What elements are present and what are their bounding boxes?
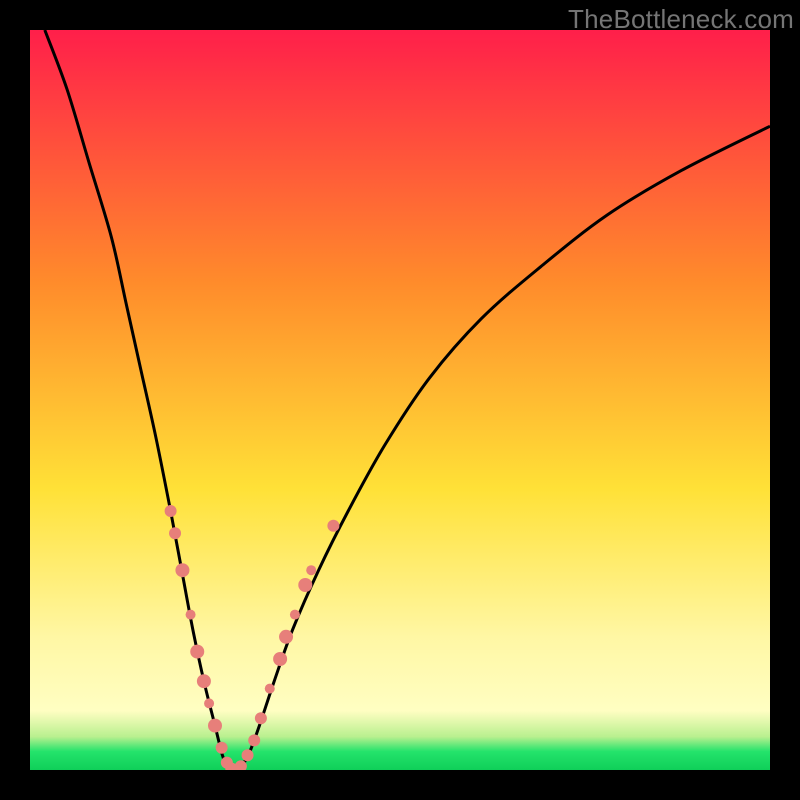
watermark-text: TheBottleneck.com [568,4,794,35]
data-marker [248,734,260,746]
data-marker [204,698,214,708]
data-marker [273,652,287,666]
chart-frame: TheBottleneck.com [0,0,800,800]
data-marker [190,645,204,659]
data-marker [327,520,339,532]
data-marker [255,712,267,724]
data-marker [169,527,181,539]
data-marker [175,563,189,577]
right-curve [239,126,770,770]
data-marker [265,684,275,694]
data-marker [216,742,228,754]
data-marker [208,719,222,733]
data-marker [197,674,211,688]
data-marker [186,610,196,620]
data-marker [306,565,316,575]
left-curve [45,30,229,770]
data-marker [298,578,312,592]
data-marker [165,505,177,517]
plot-area [30,30,770,770]
curve-layer [30,30,770,770]
data-marker [242,749,254,761]
data-marker [290,610,300,620]
data-marker [279,630,293,644]
marker-group [165,505,340,770]
